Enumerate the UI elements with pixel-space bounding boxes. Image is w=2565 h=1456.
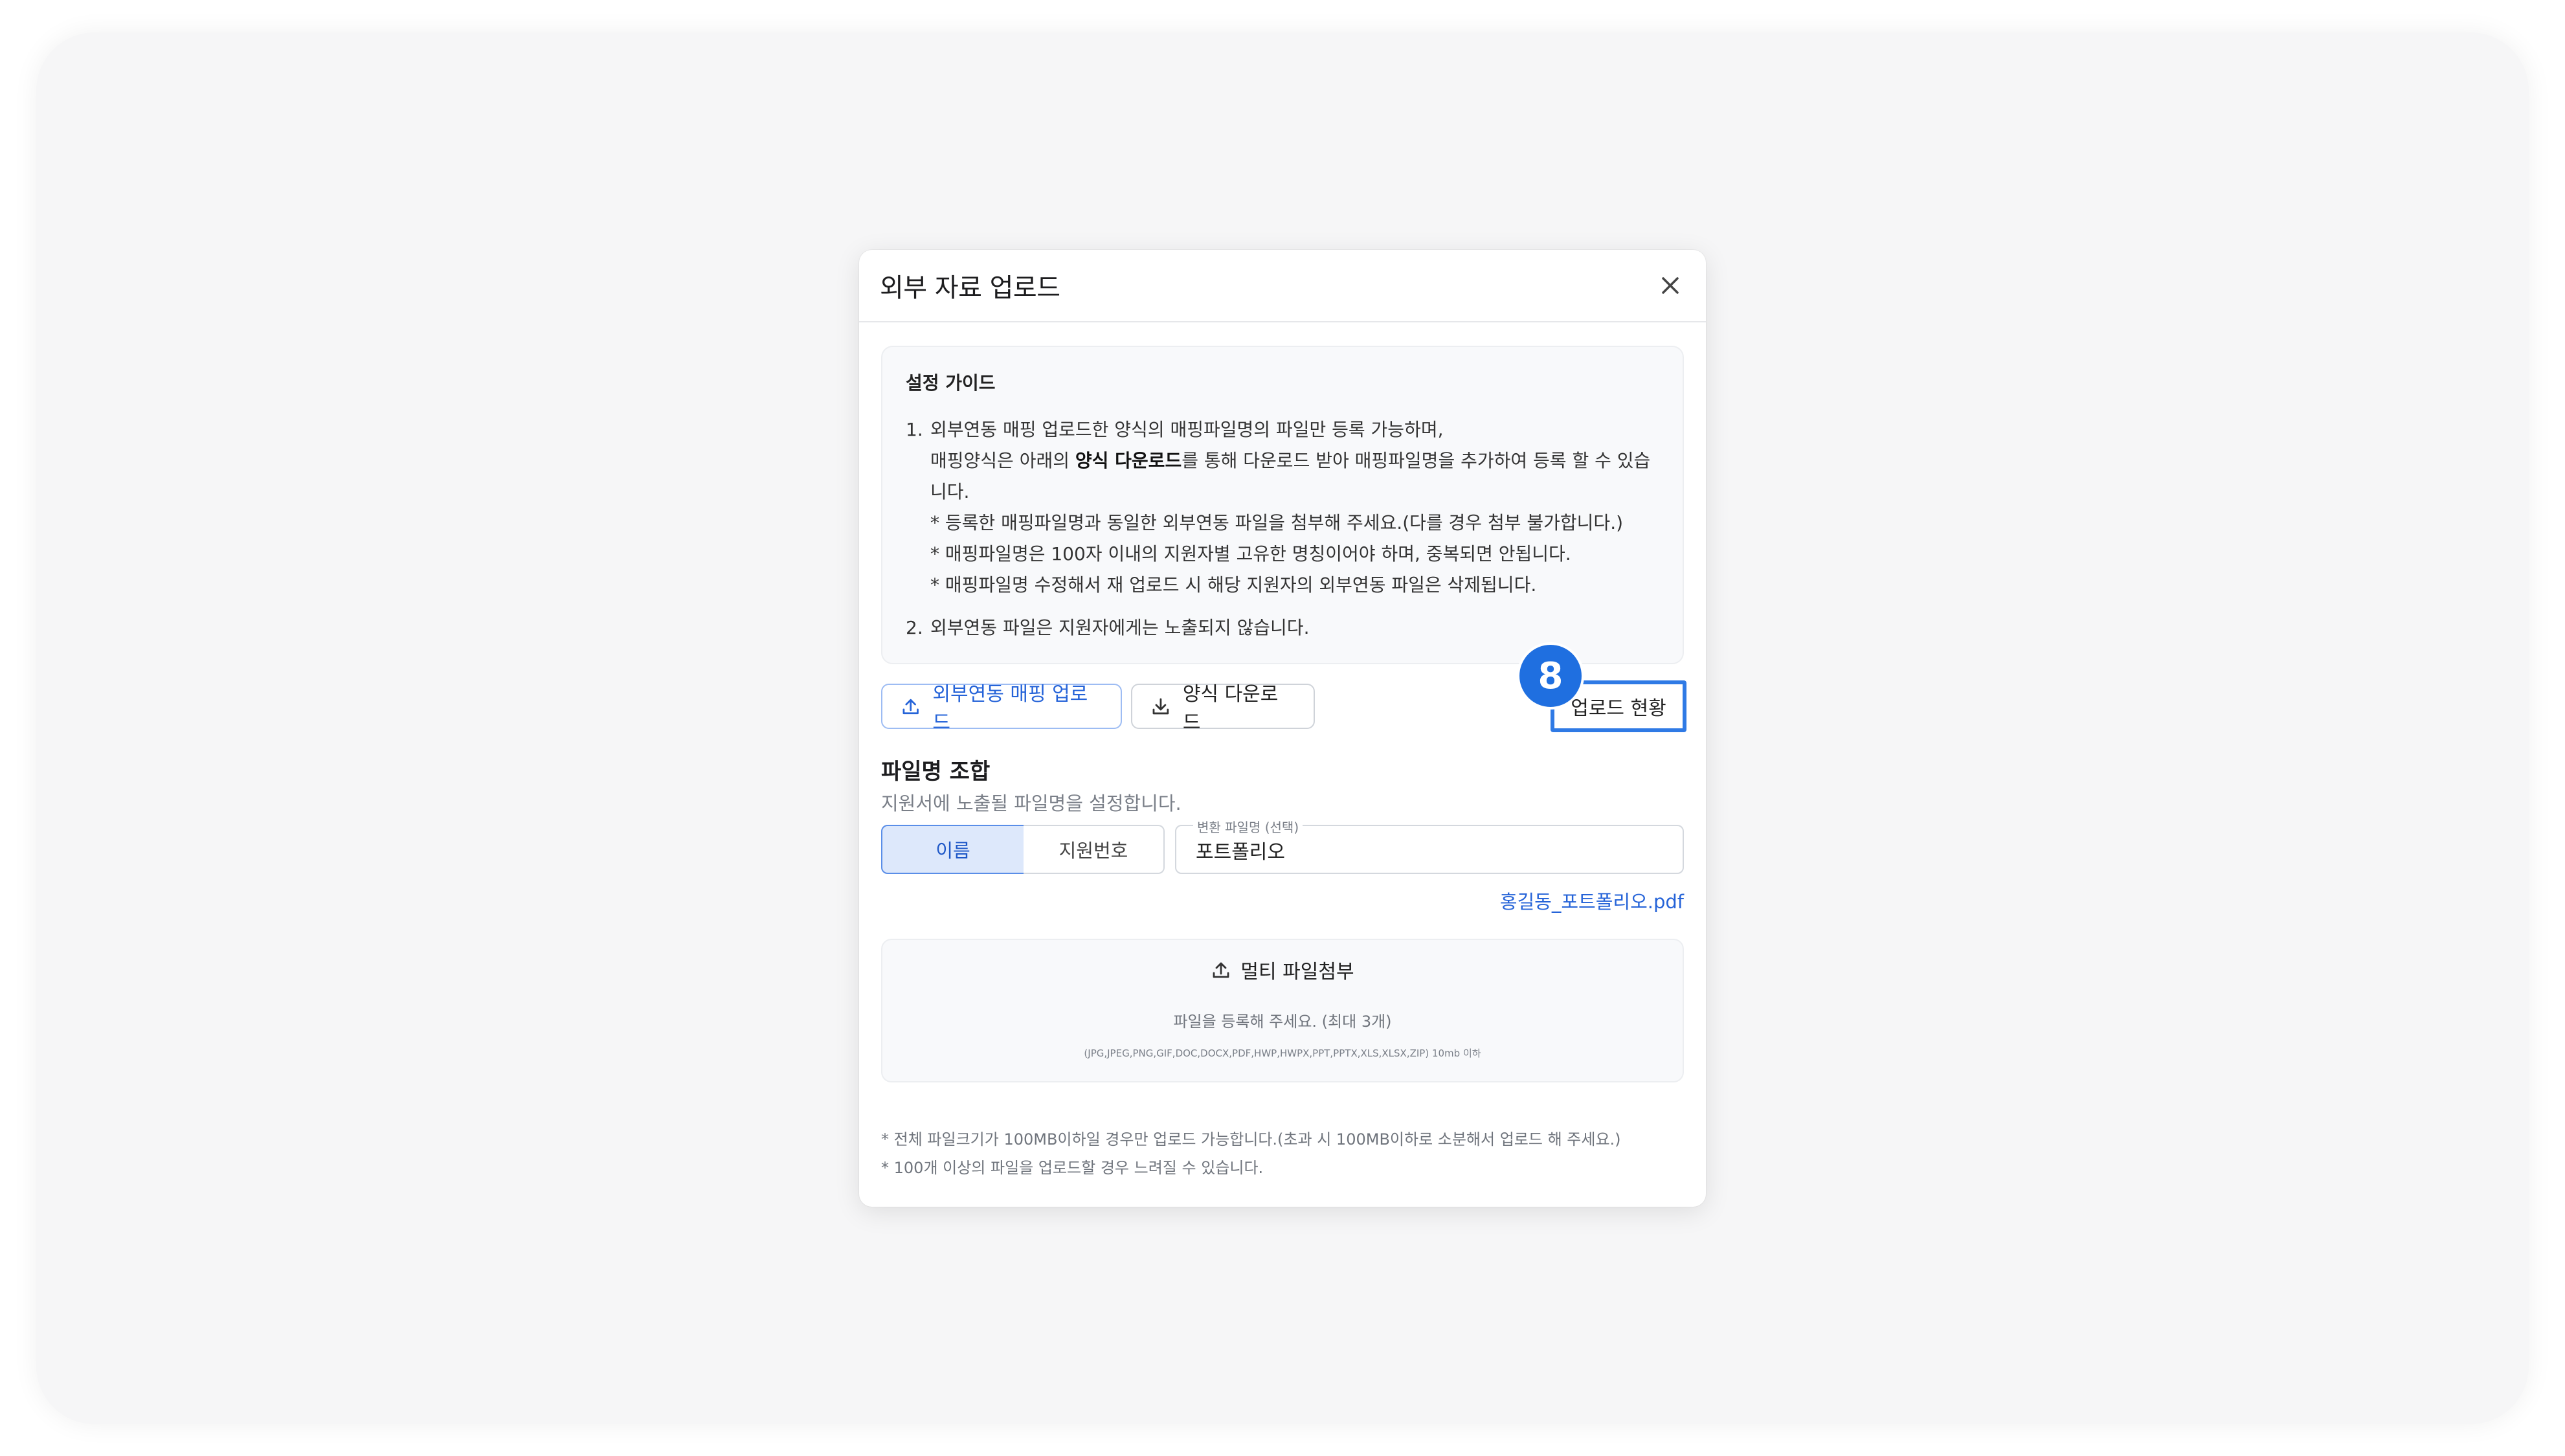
- close-button[interactable]: [1654, 269, 1686, 302]
- converted-filename-field: 변환 파일명 (선택): [1175, 817, 1684, 874]
- guide-title: 설정 가이드: [906, 372, 996, 394]
- guide-note-3: * 매핑파일명 수정해서 재 업로드 시 해당 지원자의 외부연동 파일은 삭제…: [930, 574, 1537, 596]
- upload-status-label: 업로드 현황: [1571, 697, 1666, 720]
- upload-icon: [1213, 962, 1229, 978]
- template-download-label: 양식 다운로드: [1182, 683, 1279, 734]
- step-badge: 8: [1517, 642, 1584, 710]
- upload-modal: 외부 자료 업로드 설정 가이드 1. 외부연동 매핑 업로드한 양식의 매핑파…: [859, 250, 1706, 1207]
- upload-icon: [902, 699, 919, 715]
- allowed-file-types: (JPG,JPEG,PNG,GIF,DOC,DOCX,PDF,HWP,HWPX,…: [1084, 1047, 1481, 1059]
- mapping-upload-button[interactable]: 외부연동 매핑 업로드: [881, 683, 1122, 734]
- filename-section-description: 지원서에 노출될 파일명을 설정합니다.: [881, 792, 1182, 814]
- upload-note: * 전체 파일크기가 100MB이하일 경우만 업로드 가능합니다.(초과 시 …: [881, 1130, 1621, 1148]
- multi-file-attach-label: 멀티 파일첨부: [1240, 961, 1354, 983]
- modal-title: 외부 자료 업로드: [880, 273, 1060, 303]
- guide-item-1-line-3: 니다.: [930, 481, 970, 502]
- guide-item-1: 1. 외부연동 매핑 업로드한 양식의 매핑파일명의 파일만 등록 가능하며,: [906, 414, 1659, 445]
- guide-item-number: 1.: [906, 419, 923, 440]
- modal-header: 외부 자료 업로드: [859, 250, 1706, 322]
- guide-item-text: 외부연동 매핑 업로드한 양식의 매핑파일명의 파일만 등록 가능하며,: [930, 419, 1444, 440]
- template-download-button[interactable]: 양식 다운로드: [1131, 683, 1315, 734]
- upload-note: * 100개 이상의 파일을 업로드할 경우 느려질 수 있습니다.: [881, 1159, 1264, 1177]
- dropzone-hint: 파일을 등록해 주세요. (최대 3개): [1173, 1013, 1392, 1031]
- guide-bold-text: 양식 다운로드: [1075, 450, 1182, 471]
- converted-filename-label: 변환 파일명 (선택): [1193, 817, 1303, 836]
- setup-guide: 설정 가이드 1. 외부연동 매핑 업로드한 양식의 매핑파일명의 파일만 등록…: [881, 346, 1684, 664]
- filename-preview: 홍길동_포트폴리오.pdf: [1499, 891, 1684, 913]
- mapping-upload-label: 외부연동 매핑 업로드: [932, 683, 1088, 734]
- guide-item-1-line-2: 매핑양식은 아래의 양식 다운로드를 통해 다운로드 받아 매핑파일명을 추가하…: [906, 445, 1659, 476]
- filename-section-title: 파일명 조합: [881, 759, 991, 785]
- guide-item-number: 2.: [906, 617, 923, 638]
- close-icon: [1662, 277, 1679, 294]
- guide-text: 매핑양식은 아래의: [930, 450, 1075, 471]
- guide-note-1: * 등록한 매핑파일명과 동일한 외부연동 파일을 첨부해 주세요.(다를 경우…: [930, 512, 1624, 533]
- multi-file-attach-button[interactable]: 멀티 파일첨부: [882, 956, 1683, 984]
- guide-item-2: 2. 외부연동 파일은 지원자에게는 노출되지 않습니다.: [906, 612, 1659, 644]
- segment-name[interactable]: 이름: [881, 825, 1025, 874]
- upload-notes: * 전체 파일크기가 100MB이하일 경우만 업로드 가능합니다.(초과 시 …: [881, 1125, 1621, 1182]
- guide-text: 를 통해 다운로드 받아 매핑파일명을 추가하여 등록 할 수 있습: [1182, 450, 1651, 471]
- download-icon: [1152, 698, 1169, 715]
- guide-item-text: 외부연동 파일은 지원자에게는 노출되지 않습니다.: [930, 617, 1310, 638]
- converted-filename-input[interactable]: [1194, 835, 1663, 865]
- segment-applicant-number[interactable]: 지원번호: [1024, 825, 1165, 874]
- file-dropzone[interactable]: 멀티 파일첨부 파일을 등록해 주세요. (최대 3개) (JPG,JPEG,P…: [881, 939, 1684, 1082]
- guide-note-2: * 매핑파일명은 100자 이내의 지원자별 고유한 명칭이어야 하며, 중복되…: [930, 543, 1571, 565]
